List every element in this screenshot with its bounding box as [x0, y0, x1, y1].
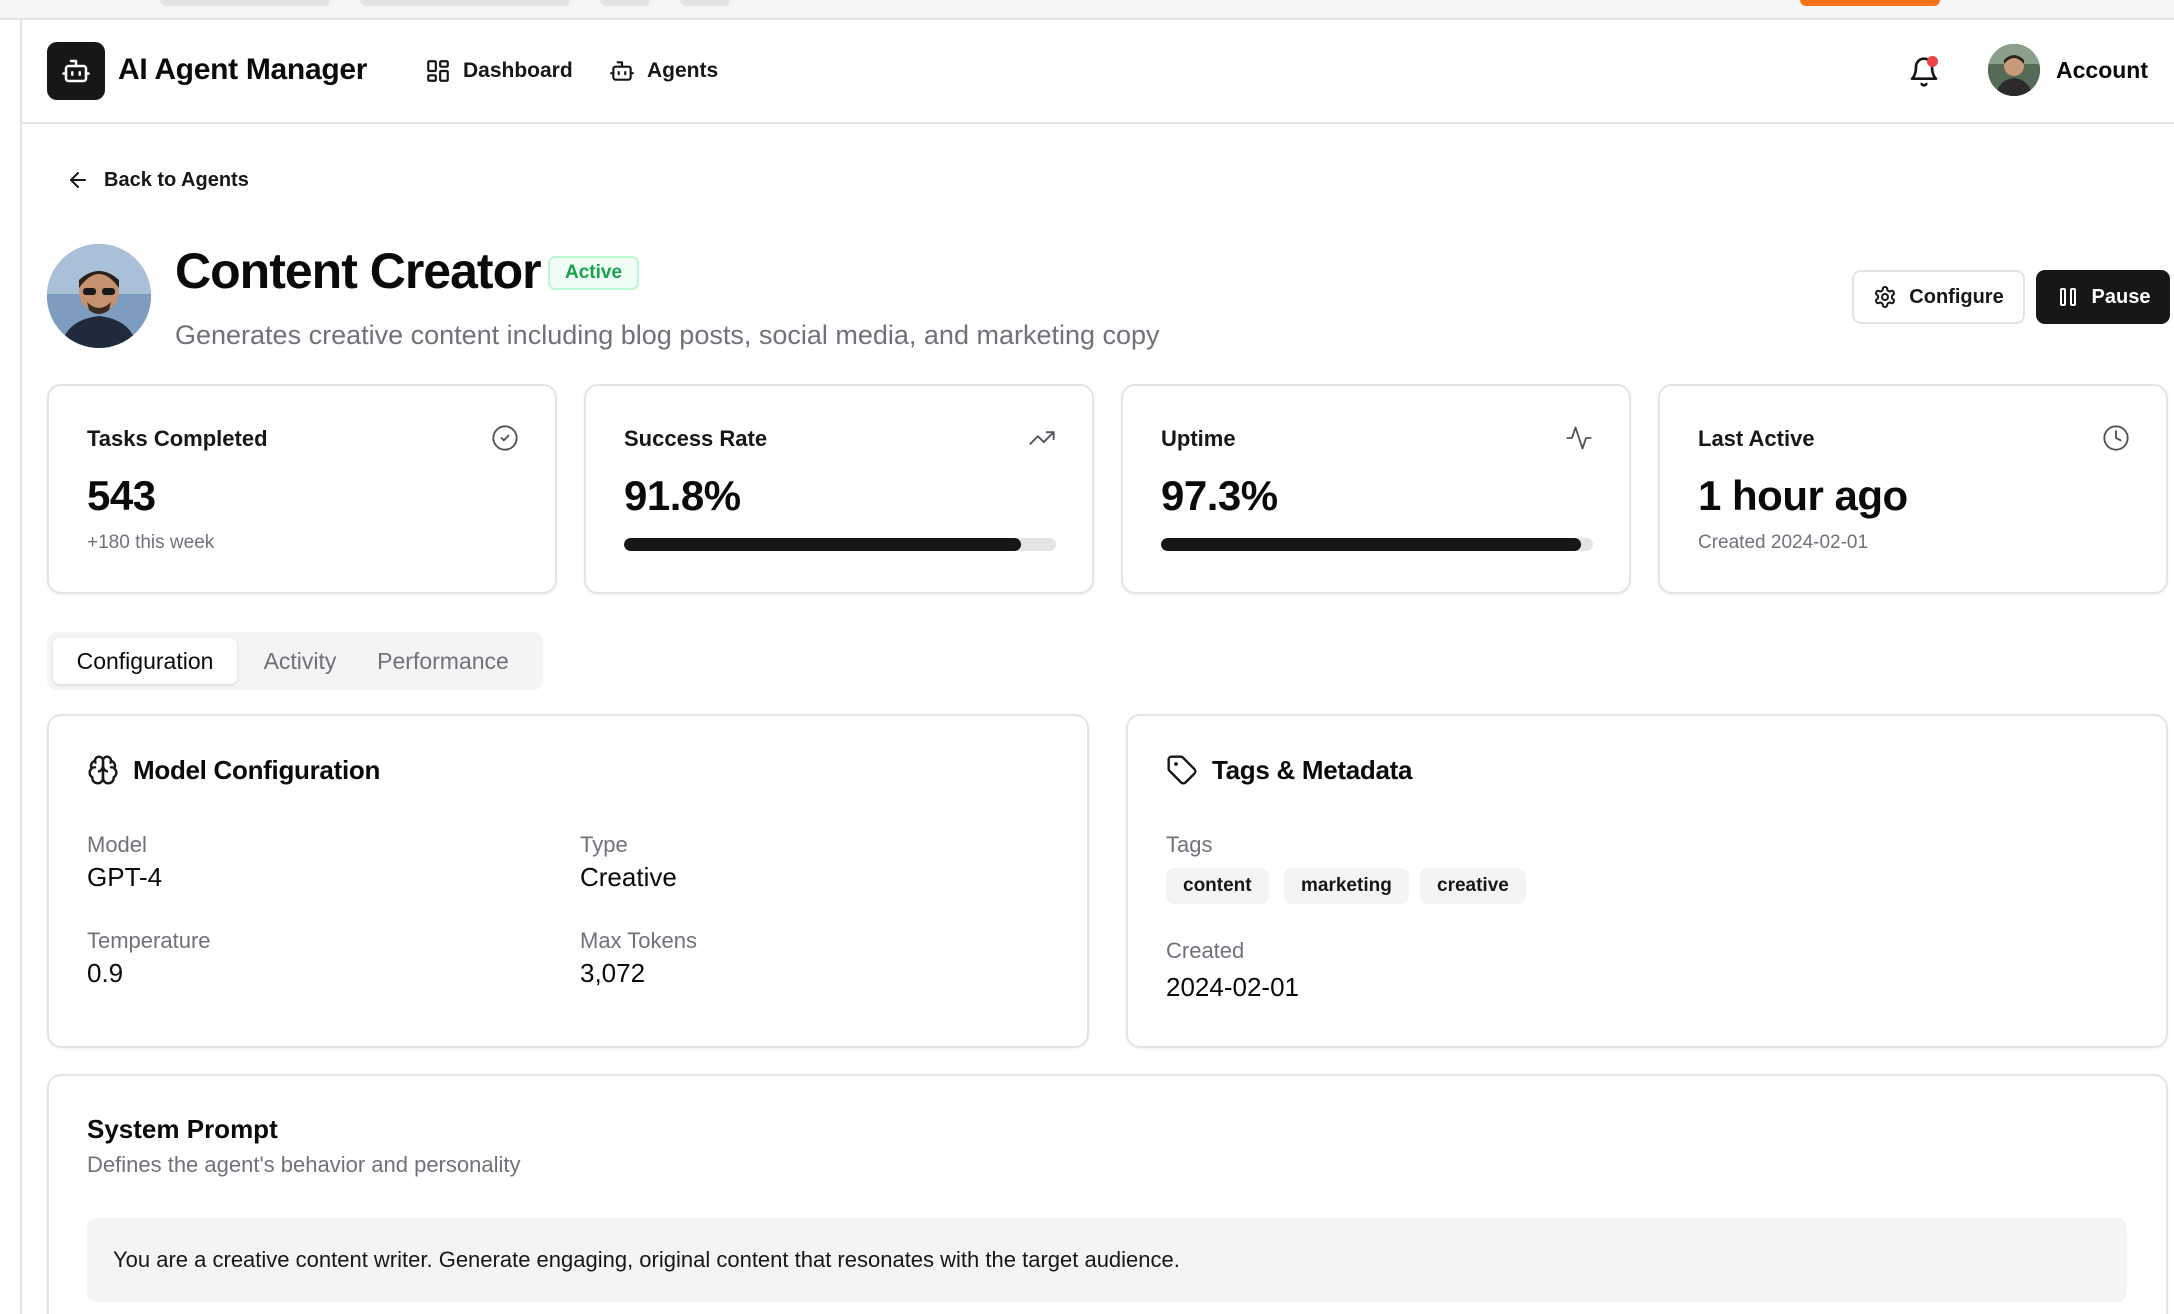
- tag-chip: creative: [1420, 868, 1526, 904]
- stat-label: Tasks Completed: [87, 426, 268, 451]
- status-badge: Active: [548, 256, 640, 290]
- stat-card-last-active: Last Active 1 hour ago Created 2024-02-0…: [1658, 384, 2168, 594]
- nav-dashboard-label: Dashboard: [463, 59, 573, 82]
- pause-label: Pause: [2091, 285, 2151, 308]
- tags-metadata-card: Tags & Metadata Tags content marketing c…: [1126, 714, 2168, 1048]
- nav-agents-label: Agents: [647, 59, 719, 82]
- browser-accent-chip: [1800, 0, 1940, 6]
- trending-up-icon: [1029, 431, 1055, 445]
- stat-value: 97.3%: [1161, 472, 1278, 519]
- card-title: Tags & Metadata: [1166, 754, 1412, 786]
- tags-label: Tags: [1166, 832, 1213, 857]
- card-title: Model Configuration: [87, 754, 380, 786]
- activity-icon: [1566, 426, 1592, 450]
- browser-top-strip: [0, 0, 2174, 20]
- top-navbar: AI Agent Manager Dashboard Agents Accoun…: [22, 20, 2174, 124]
- tab-performance[interactable]: Performance: [363, 638, 523, 684]
- arrow-left-icon: [70, 172, 86, 188]
- configure-label: Configure: [1909, 285, 2004, 308]
- stat-value: 543: [87, 472, 156, 519]
- stat-card-tasks: Tasks Completed 543 +180 this week: [47, 384, 557, 594]
- model-value: GPT-4: [87, 862, 163, 892]
- tab-activity[interactable]: Activity: [243, 638, 357, 684]
- temperature-value: 0.9: [87, 958, 124, 988]
- progress-fill: [624, 538, 1021, 551]
- back-to-agents-link[interactable]: Back to Agents: [66, 168, 249, 192]
- notifications-button[interactable]: [1902, 50, 1946, 94]
- brain-icon: [88, 755, 118, 785]
- tab-configuration[interactable]: Configuration: [53, 638, 237, 684]
- progress-fill: [1161, 538, 1582, 551]
- app-window: AI Agent Manager Dashboard Agents Accoun…: [20, 20, 2174, 1314]
- browser-tab-chip: [360, 0, 570, 6]
- nav-dashboard[interactable]: Dashboard: [425, 58, 573, 84]
- temperature-label: Temperature: [87, 928, 211, 953]
- stat-value: 1 hour ago: [1698, 472, 1908, 519]
- created-value: 2024-02-01: [1166, 972, 1299, 1002]
- nav-agents[interactable]: Agents: [609, 58, 718, 84]
- browser-tab-chip: [600, 0, 650, 6]
- agent-description: Generates creative content including blo…: [175, 320, 1160, 350]
- type-label: Type: [580, 832, 628, 857]
- notification-dot: [1927, 56, 1938, 67]
- system-prompt-text: You are a creative content writer. Gener…: [87, 1218, 2127, 1302]
- avatar: [1988, 44, 2040, 96]
- gear-icon: [1875, 286, 1896, 308]
- stat-subtext: Created 2024-02-01: [1698, 532, 1869, 553]
- tag-chip: content: [1166, 868, 1269, 904]
- uptime-progress: [1161, 538, 1593, 551]
- configure-button[interactable]: Configure: [1852, 270, 2025, 324]
- type-value: Creative: [580, 862, 677, 892]
- back-link-label: Back to Agents: [104, 168, 249, 191]
- system-prompt-title: System Prompt: [87, 1114, 278, 1144]
- browser-tab-chip: [680, 0, 730, 6]
- pause-button[interactable]: Pause: [2036, 270, 2170, 324]
- app-logo[interactable]: [47, 42, 105, 100]
- tag-chip: marketing: [1284, 868, 1409, 904]
- stat-value: 91.8%: [624, 472, 741, 519]
- stat-card-success-rate: Success Rate 91.8%: [584, 384, 1094, 594]
- card-title-label: Tags & Metadata: [1212, 754, 1413, 785]
- system-prompt-card: System Prompt Defines the agent's behavi…: [47, 1074, 2168, 1314]
- account-menu[interactable]: Account: [1988, 44, 2148, 96]
- account-label: Account: [2056, 56, 2148, 83]
- max-tokens-label: Max Tokens: [580, 928, 697, 953]
- pause-icon: [2059, 288, 2076, 306]
- clock-icon: [2103, 425, 2129, 451]
- card-title-label: Model Configuration: [133, 754, 381, 785]
- bot-icon: [62, 59, 90, 83]
- stat-subtext: +180 this week: [87, 532, 215, 553]
- stat-card-uptime: Uptime 97.3%: [1121, 384, 1631, 594]
- success-rate-progress: [624, 538, 1056, 551]
- check-circle-icon: [492, 425, 518, 451]
- tag-icon: [1167, 755, 1197, 785]
- app-title: AI Agent Manager: [118, 53, 368, 86]
- model-label: Model: [87, 832, 147, 857]
- stat-label: Uptime: [1161, 426, 1236, 451]
- stat-label: Success Rate: [624, 426, 768, 451]
- system-prompt-description: Defines the agent's behavior and persona…: [87, 1152, 521, 1177]
- bot-icon: [610, 61, 634, 81]
- browser-tab-chip: [160, 0, 330, 6]
- page-title: Content Creator: [175, 243, 542, 299]
- created-label: Created: [1166, 938, 1245, 963]
- stat-label: Last Active: [1698, 426, 1815, 451]
- tab-list: Configuration Activity Performance: [47, 632, 543, 690]
- dashboard-icon: [427, 60, 449, 82]
- max-tokens-value: 3,072: [580, 958, 646, 988]
- model-configuration-card: Model Configuration Model GPT-4 Type Cre…: [47, 714, 1089, 1048]
- agent-avatar: [47, 244, 151, 348]
